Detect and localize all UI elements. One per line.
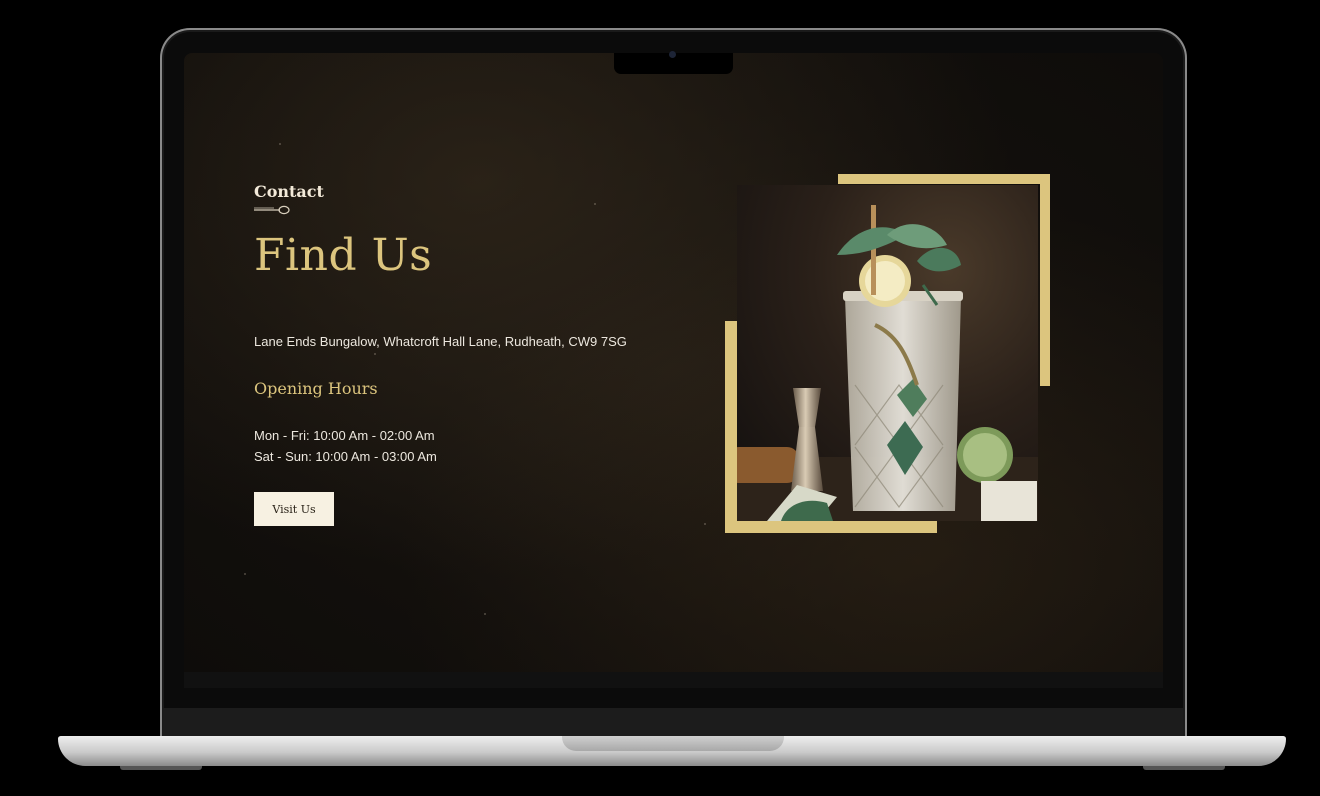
laptop-foot-left bbox=[120, 766, 202, 770]
screen-bottom-strip bbox=[184, 672, 1163, 688]
page-title: Find Us bbox=[254, 230, 433, 281]
trackpad-notch bbox=[562, 736, 784, 751]
spoon-divider-icon bbox=[254, 205, 290, 215]
cocktail-photo bbox=[737, 185, 1038, 521]
webcam-icon bbox=[669, 51, 676, 58]
laptop-foot-right bbox=[1143, 766, 1225, 770]
address-text: Lane Ends Bungalow, Whatcroft Hall Lane,… bbox=[254, 334, 627, 349]
laptop-hinge bbox=[163, 708, 1183, 738]
opening-hours-heading: Opening Hours bbox=[254, 379, 378, 398]
section-eyebrow: Contact bbox=[254, 182, 324, 201]
visit-us-button[interactable]: Visit Us bbox=[254, 492, 334, 526]
hours-weekday: Mon - Fri: 10:00 Am - 02:00 Am bbox=[254, 428, 435, 443]
hours-weekend: Sat - Sun: 10:00 Am - 03:00 Am bbox=[254, 449, 437, 464]
